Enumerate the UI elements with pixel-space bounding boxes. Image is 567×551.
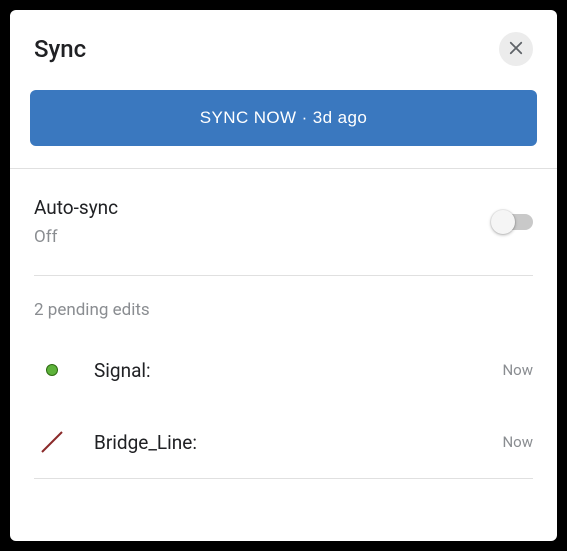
- close-button[interactable]: [499, 32, 533, 66]
- sync-button-row: SYNC NOW · 3d ago: [10, 84, 557, 168]
- panel-header: Sync: [10, 10, 557, 84]
- autosync-toggle[interactable]: [493, 214, 533, 230]
- edit-time: Now: [502, 361, 533, 379]
- autosync-title: Auto-sync: [34, 195, 118, 222]
- edit-time: Now: [502, 433, 533, 451]
- pending-edit-row[interactable]: Signal: Now: [10, 334, 557, 406]
- autosync-text: Auto-sync Off: [34, 195, 118, 249]
- pending-edits-summary: 2 pending edits: [10, 276, 557, 334]
- edit-label: Bridge_Line:: [94, 431, 502, 454]
- close-icon: [507, 39, 525, 60]
- point-icon: [34, 352, 70, 388]
- line-icon: [34, 424, 70, 460]
- autosync-row: Auto-sync Off: [10, 169, 557, 275]
- panel-title: Sync: [34, 35, 86, 63]
- sync-panel: Sync SYNC NOW · 3d ago Auto-sync Off 2 p…: [10, 10, 557, 541]
- pending-edit-row[interactable]: Bridge_Line: Now: [10, 406, 557, 478]
- sync-now-button[interactable]: SYNC NOW · 3d ago: [30, 90, 537, 146]
- toggle-knob: [491, 210, 515, 234]
- autosync-status: Off: [34, 226, 118, 250]
- edit-label: Signal:: [94, 359, 502, 382]
- divider: [34, 478, 533, 479]
